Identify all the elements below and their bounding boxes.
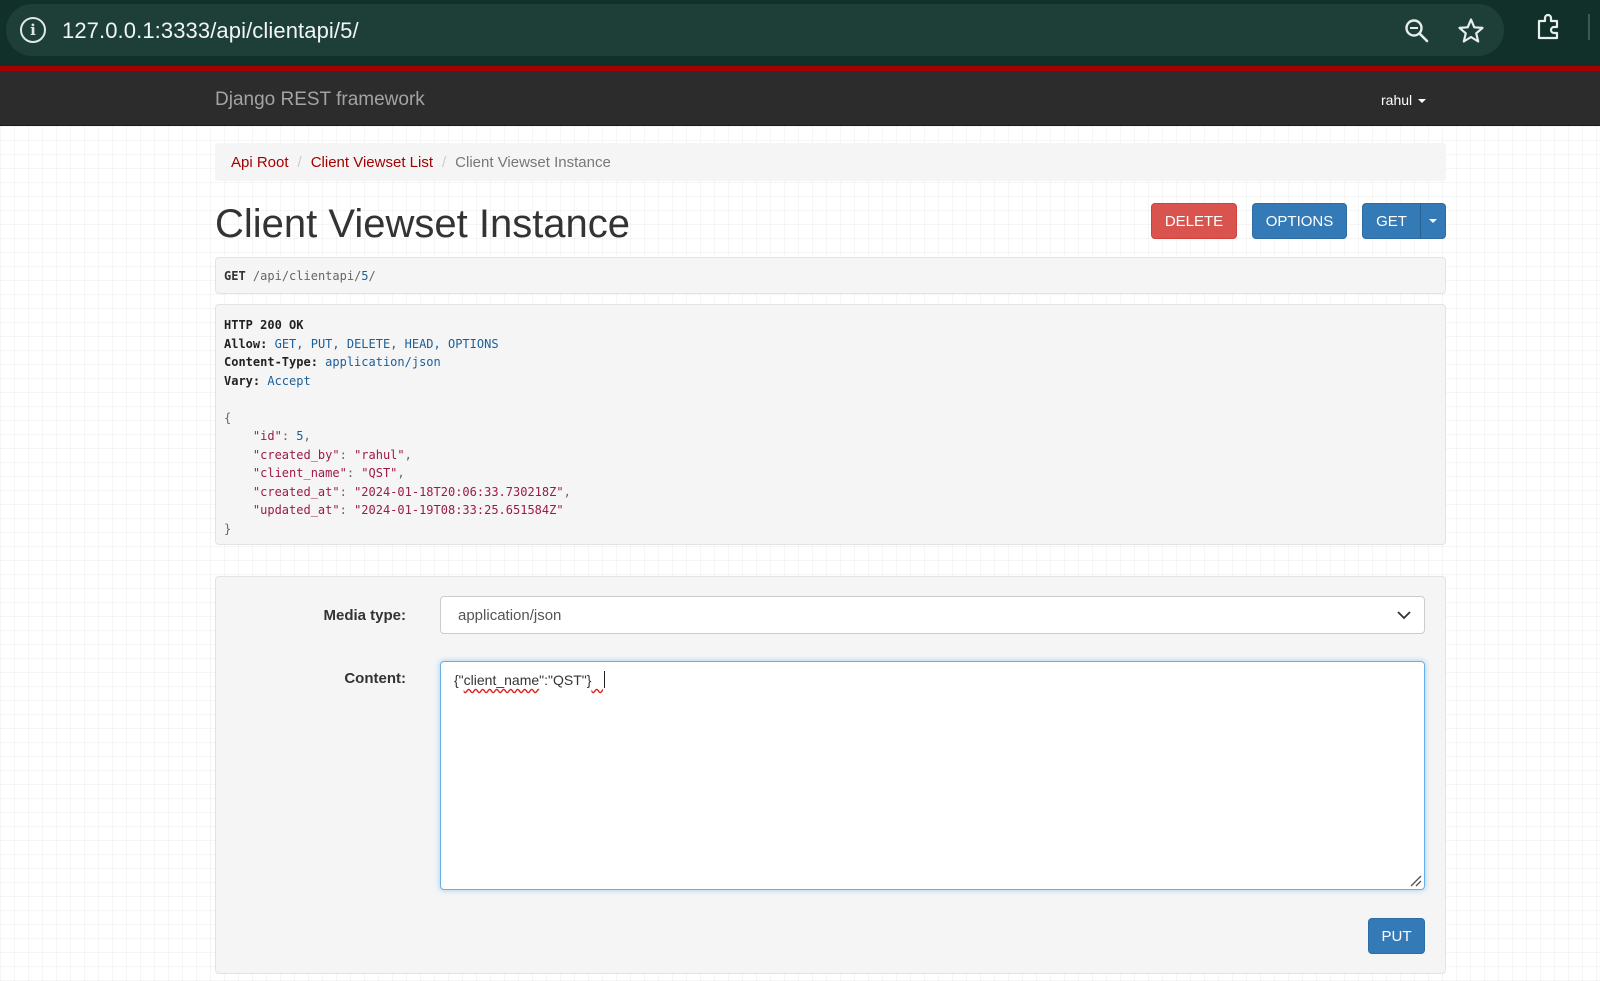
header-name: Allow: (224, 336, 268, 351)
raw-data-form: Media type: application/json Content: {"… (215, 576, 1446, 974)
header-name: Content-Type: (224, 355, 318, 369)
resize-handle-icon[interactable] (1410, 875, 1422, 887)
json-key: "updated_at" (252, 503, 340, 517)
header-value: Accept (267, 373, 311, 388)
url-text[interactable]: 127.0.0.1:3333/api/clientapi/5/ (62, 18, 359, 44)
header-value: GET, PUT, DELETE, HEAD, OPTIONS (274, 336, 499, 351)
caret-down-icon (1429, 219, 1437, 223)
address-bar[interactable]: i 127.0.0.1:3333/api/clientapi/5/ (6, 4, 1504, 56)
content-textarea[interactable]: {"client_name":"QST"} (440, 661, 1425, 890)
media-type-label: Media type: (323, 607, 406, 624)
json-close-brace: } (224, 521, 232, 536)
info-icon[interactable]: i (20, 17, 46, 43)
response-status: HTTP 200 OK (224, 318, 304, 332)
response-header: Vary: Accept (224, 372, 1437, 391)
zoom-icon[interactable] (1404, 18, 1430, 44)
media-type-select[interactable]: application/json (440, 596, 1425, 634)
response-header: Content-Type: application/json (224, 353, 1437, 372)
json-value: "2024-01-18T20:06:33.730218Z" (354, 484, 564, 499)
json-field: "updated_at": "2024-01-19T08:33:25.65158… (252, 503, 564, 517)
spellcheck-underline: client_name (463, 672, 540, 688)
request-info: GET /api/clientapi/5/ (215, 257, 1446, 294)
json-field: "created_by": "rahul", (252, 447, 412, 462)
json-key: "id" (252, 429, 282, 443)
username-label: rahul (1381, 92, 1413, 108)
breadcrumb: Api Root / Client Viewset List / Client … (215, 143, 1446, 181)
header-name: Vary: (224, 373, 261, 388)
page-title: Client Viewset Instance (215, 202, 631, 246)
header-value: application/json (325, 355, 441, 369)
request-path-suffix: / (368, 269, 376, 283)
star-icon[interactable] (1457, 17, 1485, 45)
caret-down-icon (1418, 99, 1427, 104)
breadcrumb-api-root[interactable]: Api Root (231, 154, 289, 171)
response-info: HTTP 200 OK Allow: GET, PUT, DELETE, HEA… (215, 304, 1446, 545)
json-key: "created_by" (252, 447, 340, 462)
json-field: "created_at": "2024-01-18T20:06:33.73021… (252, 484, 571, 499)
json-value: "QST" (361, 466, 398, 480)
content-text: {"client_name":"QST"} (454, 671, 606, 688)
breadcrumb-client-viewset-list[interactable]: Client Viewset List (311, 154, 433, 171)
json-key: "client_name" (252, 466, 347, 480)
put-button[interactable]: PUT (1368, 918, 1425, 954)
response-header: Allow: GET, PUT, DELETE, HEAD, OPTIONS (224, 335, 1437, 354)
request-method: GET (224, 269, 246, 283)
json-value: "rahul" (354, 447, 405, 462)
options-button[interactable]: OPTIONS (1252, 203, 1347, 239)
json-value: 5 (296, 429, 304, 443)
json-field: "client_name": "QST", (252, 466, 405, 480)
media-type-value: application/json (458, 607, 562, 624)
toolbar-divider (1588, 14, 1590, 40)
breadcrumb-current: Client Viewset Instance (455, 153, 611, 171)
text-cursor (604, 671, 606, 688)
breadcrumb-separator: / (297, 153, 302, 171)
request-path-prefix: /api/clientapi/ (252, 269, 362, 283)
extensions-icon[interactable] (1534, 12, 1564, 42)
request-path-id: 5 (361, 269, 369, 283)
get-format-dropdown[interactable] (1420, 203, 1446, 239)
delete-button[interactable]: DELETE (1151, 203, 1237, 239)
breadcrumb-separator: / (442, 153, 447, 171)
browser-toolbar: i 127.0.0.1:3333/api/clientapi/5/ (0, 0, 1600, 66)
chevron-down-icon (1397, 611, 1411, 620)
navbar: Django REST framework rahul (0, 71, 1600, 126)
json-open-brace: { (224, 410, 232, 425)
user-dropdown[interactable]: rahul (1381, 92, 1427, 108)
get-button[interactable]: GET (1362, 203, 1421, 239)
brand-link[interactable]: Django REST framework (215, 89, 425, 111)
json-key: "created_at" (252, 484, 340, 499)
json-field: "id": 5, (252, 429, 311, 443)
json-value: "2024-01-19T08:33:25.651584Z" (354, 503, 564, 517)
content-label: Content: (344, 670, 406, 687)
